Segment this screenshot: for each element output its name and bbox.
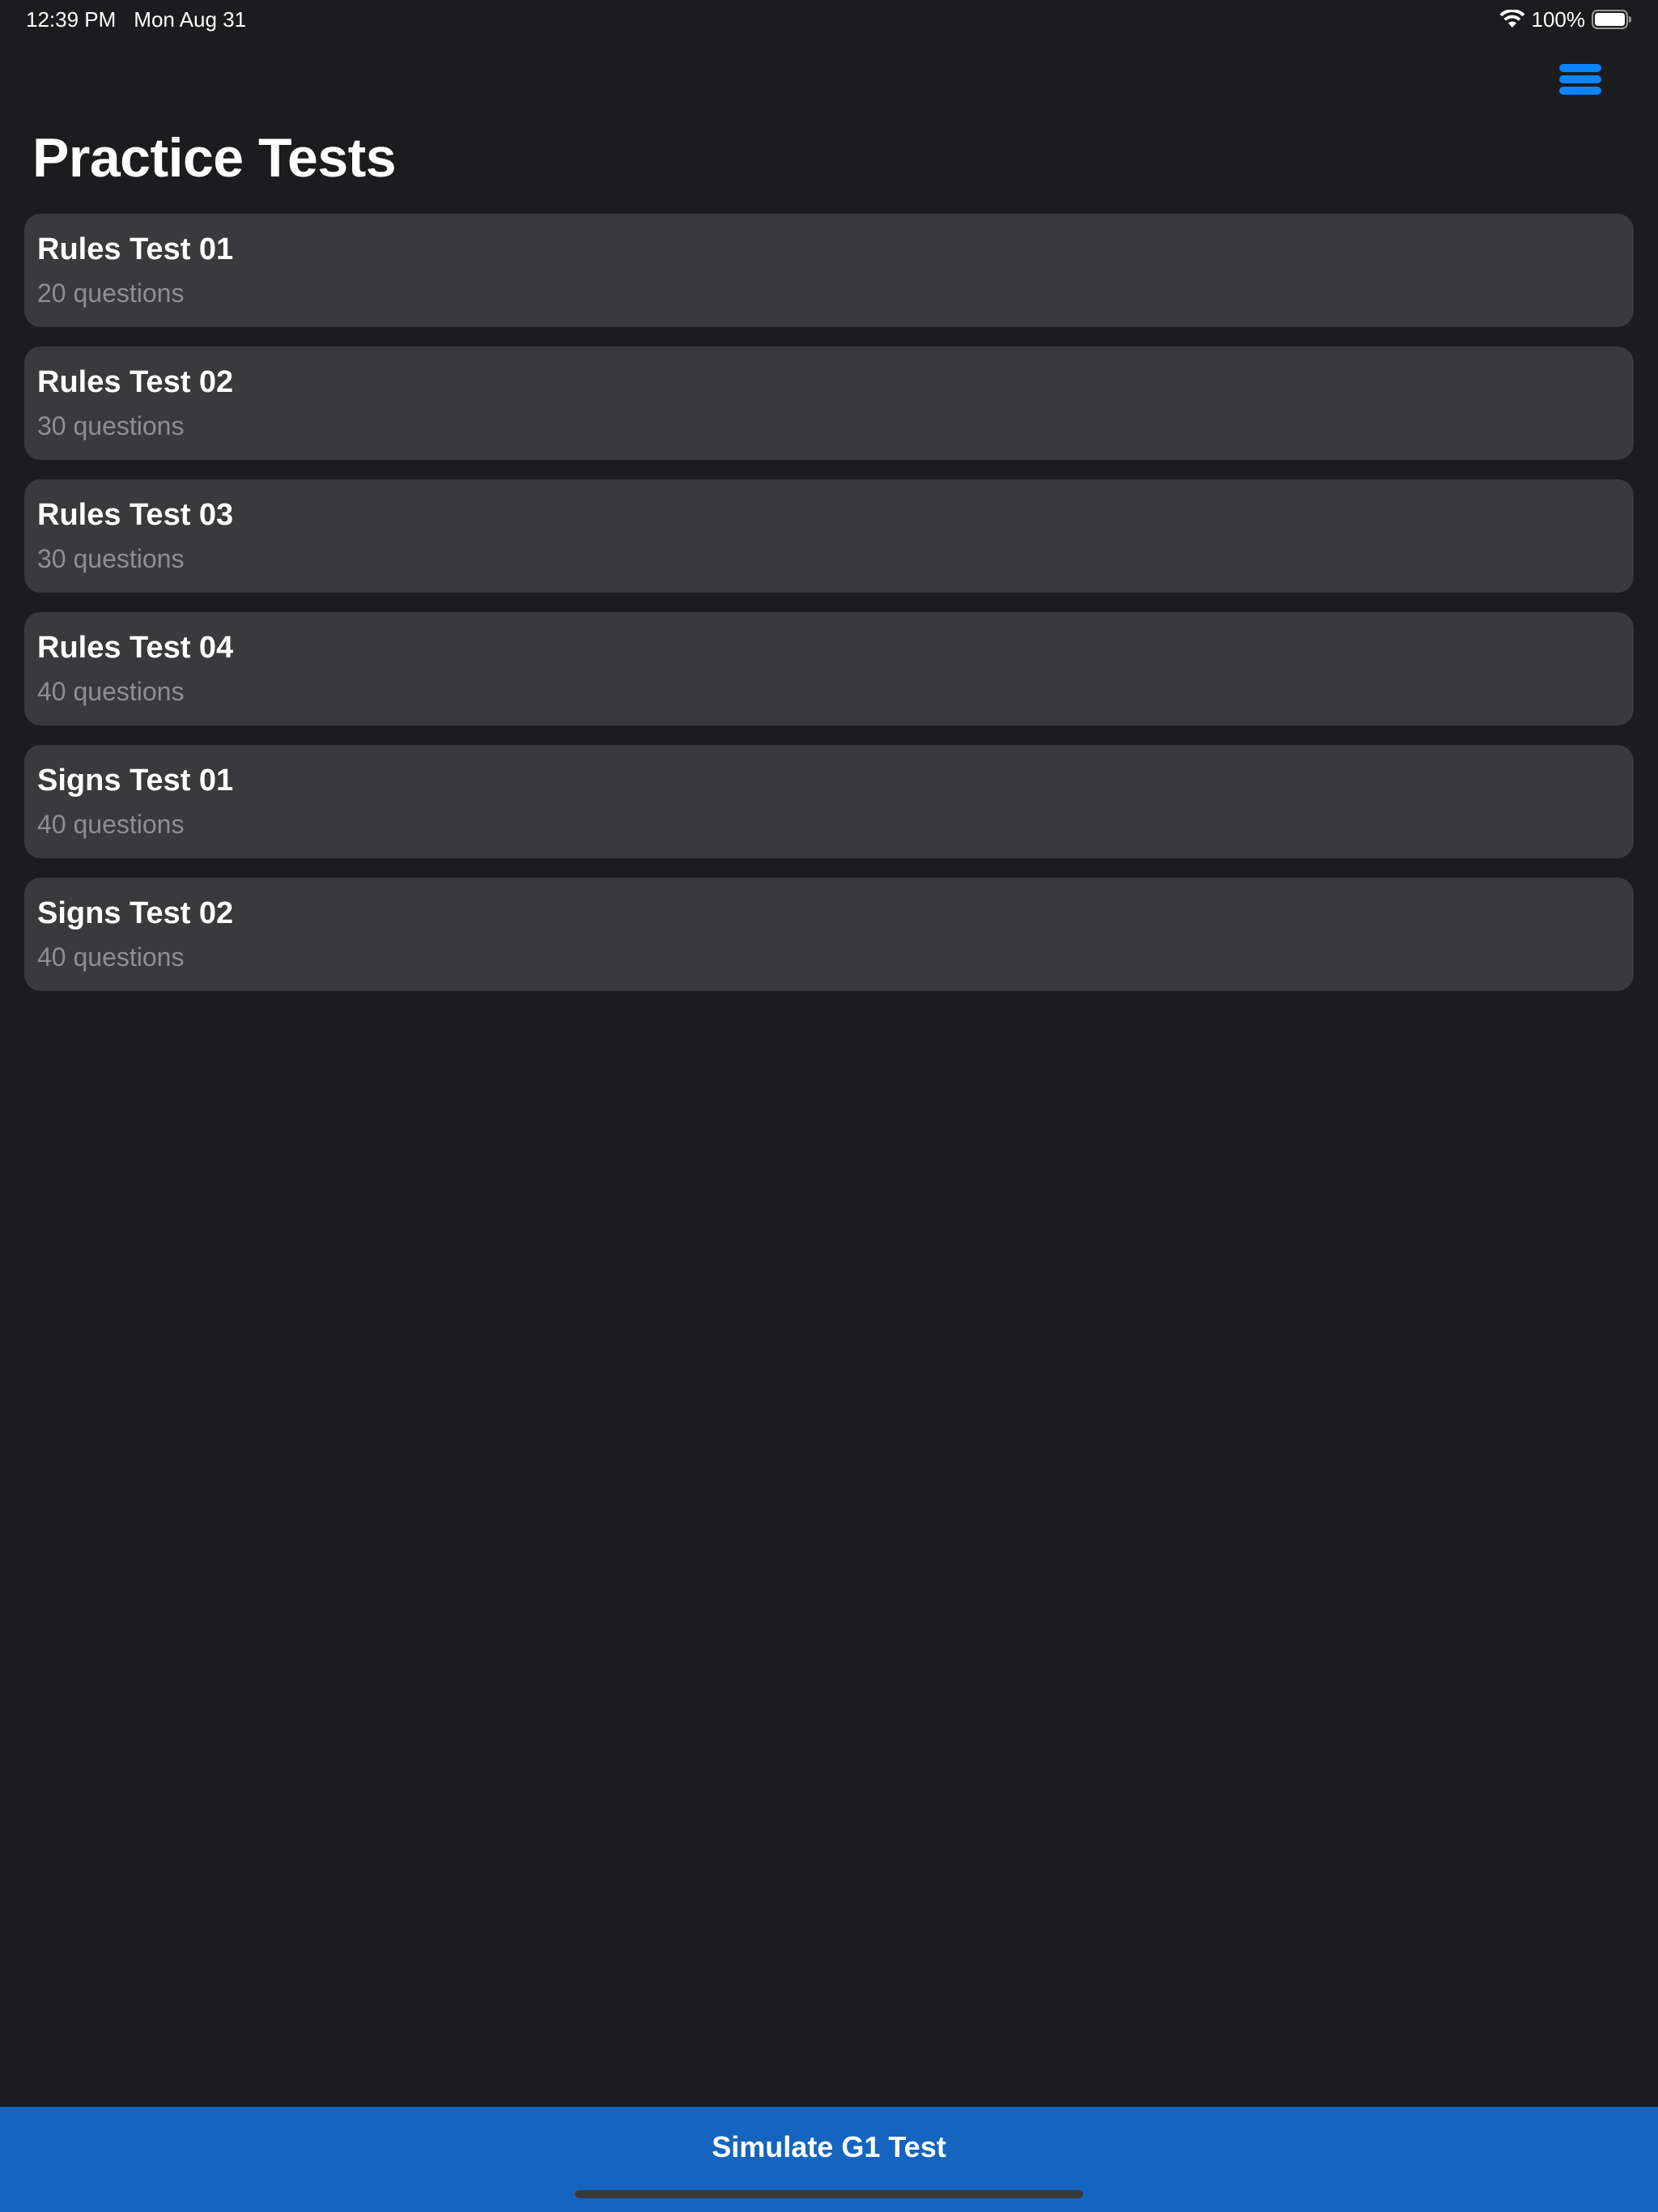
test-list: Rules Test 01 20 questions Rules Test 02… (24, 214, 1634, 991)
test-title: Rules Test 04 (37, 631, 234, 665)
test-card[interactable]: Rules Test 01 20 questions (24, 214, 1634, 327)
test-card[interactable]: Signs Test 01 40 questions (24, 745, 1634, 858)
test-title: Rules Test 03 (37, 498, 234, 532)
test-card[interactable]: Signs Test 02 40 questions (24, 878, 1634, 991)
status-right: 100% (1499, 6, 1633, 32)
battery-percent: 100% (1531, 7, 1586, 32)
simulate-test-label: Simulate G1 Test (712, 2130, 946, 2163)
page-title: Practice Tests (32, 127, 397, 189)
test-card[interactable]: Rules Test 02 30 questions (24, 347, 1634, 460)
test-card[interactable]: Rules Test 04 40 questions (24, 612, 1634, 725)
wifi-icon (1499, 10, 1525, 29)
status-date: Mon Aug 31 (134, 7, 247, 32)
test-title: Signs Test 02 (37, 896, 234, 930)
status-left: 12:39 PM Mon Aug 31 (26, 6, 246, 32)
status-time: 12:39 PM (26, 7, 117, 32)
home-indicator (575, 2190, 1083, 2198)
battery-icon (1592, 10, 1632, 29)
menu-button[interactable] (1554, 60, 1605, 99)
test-question-count: 30 questions (37, 544, 185, 573)
test-question-count: 20 questions (37, 279, 185, 308)
test-question-count: 40 questions (37, 942, 185, 972)
test-title: Rules Test 01 (37, 232, 234, 266)
test-question-count: 40 questions (37, 677, 185, 706)
test-question-count: 40 questions (37, 810, 185, 839)
test-question-count: 30 questions (37, 411, 185, 440)
test-title: Signs Test 01 (37, 764, 234, 798)
test-title: Rules Test 02 (37, 365, 234, 399)
status-bar: 12:39 PM Mon Aug 31 100% (0, 0, 1658, 39)
test-card[interactable]: Rules Test 03 30 questions (24, 479, 1634, 593)
